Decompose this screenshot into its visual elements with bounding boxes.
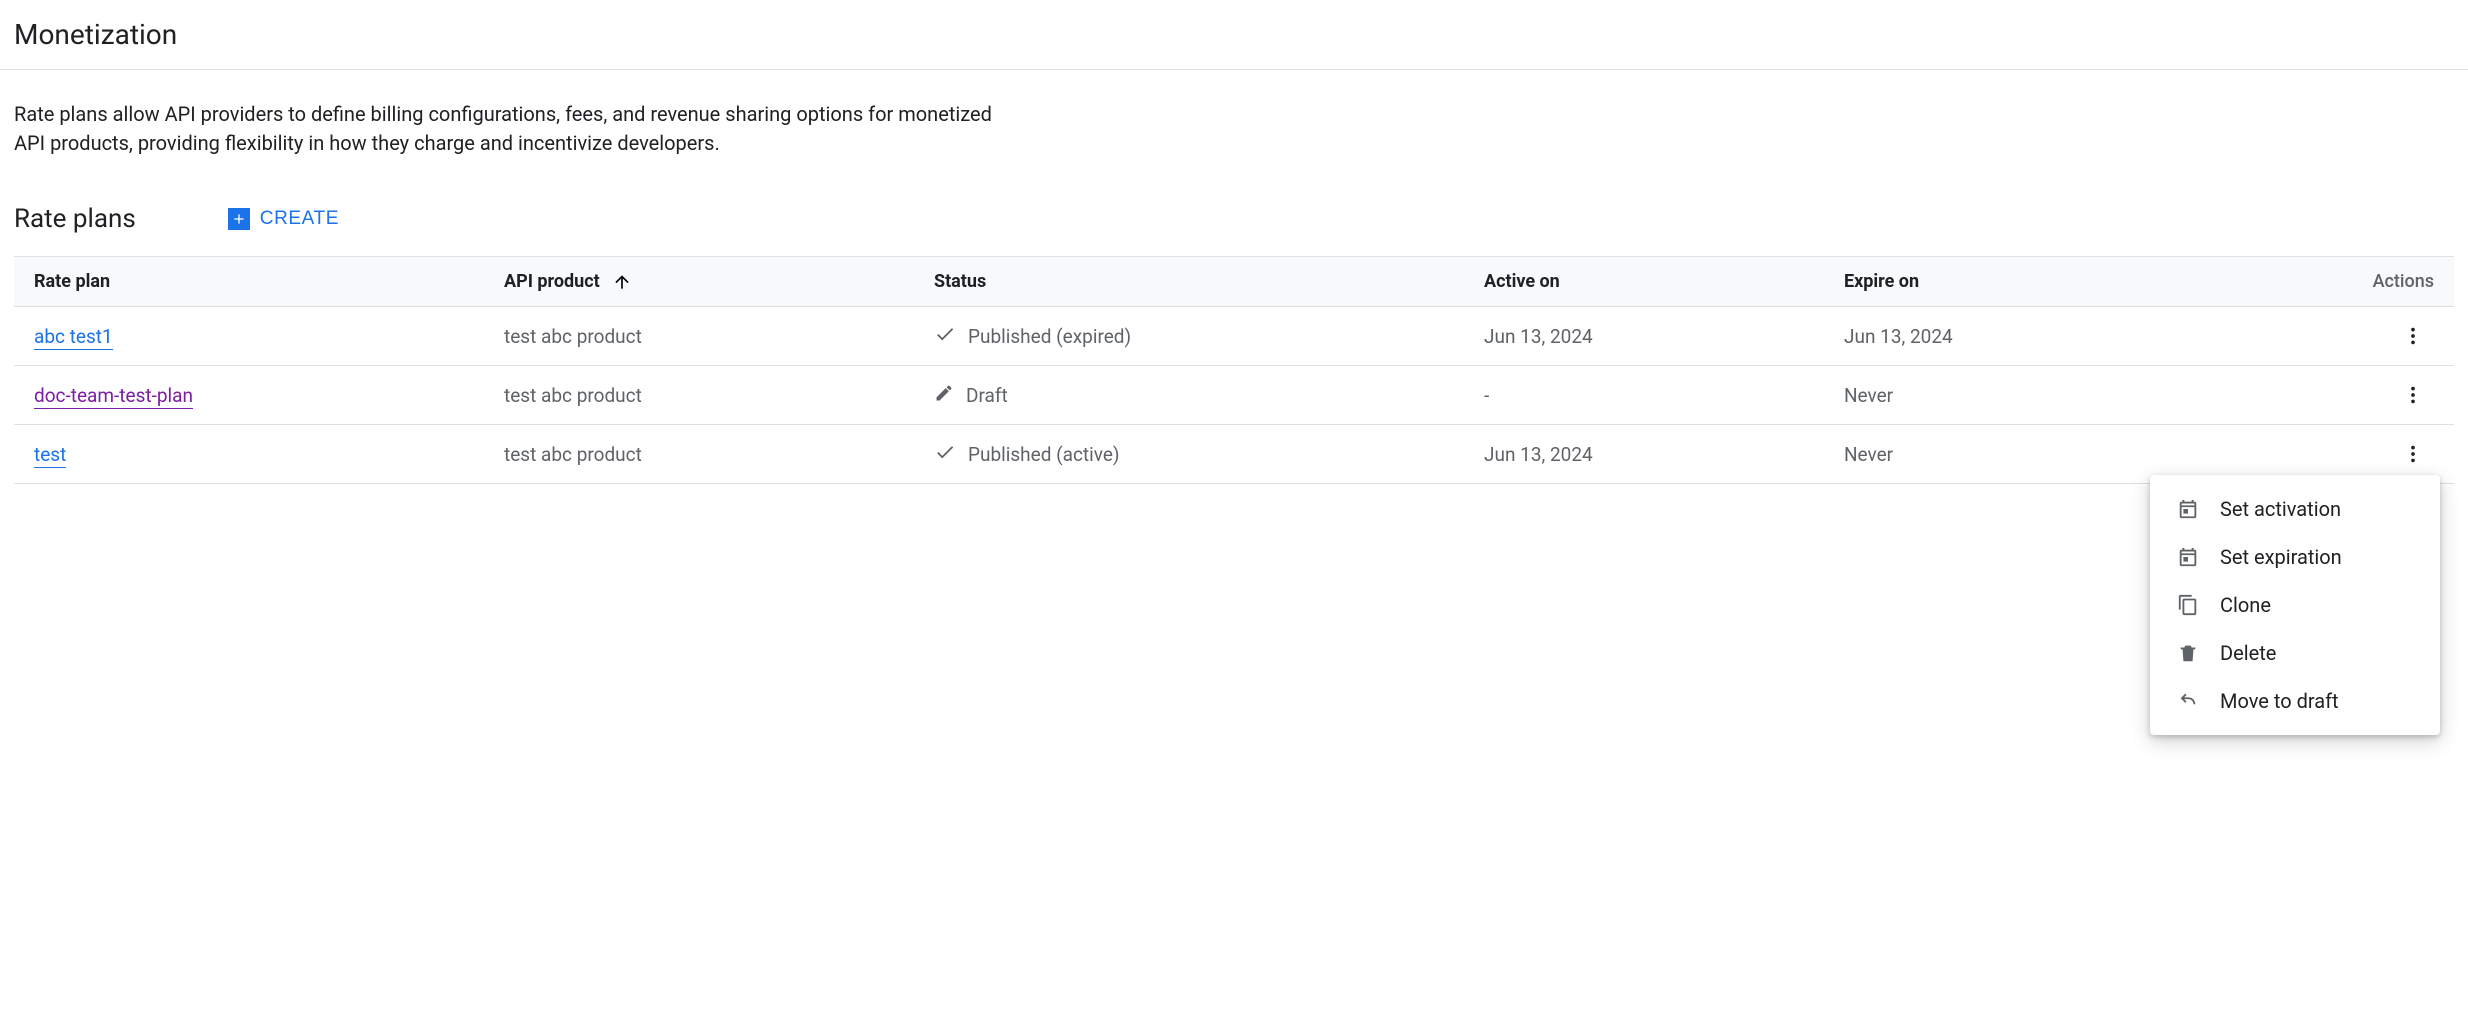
column-header-status[interactable]: Status [914, 257, 1464, 307]
cell-api-product: test abc product [484, 307, 914, 366]
rate-plan-link[interactable]: abc test1 [34, 325, 113, 350]
rate-plan-link[interactable]: doc-team-test-plan [34, 384, 193, 409]
cell-expire-on: Never [1824, 425, 2184, 484]
status-text: Published (active) [968, 443, 1120, 466]
rate-plan-link[interactable]: test [34, 443, 66, 468]
column-header-name[interactable]: Rate plan [14, 257, 484, 307]
header-divider [0, 69, 2468, 70]
calendar-icon [2176, 497, 2200, 521]
cell-expire-on: Jun 13, 2024 [1824, 307, 2184, 366]
section-title: Rate plans [14, 204, 136, 234]
check-icon [934, 441, 956, 468]
cell-api-product: test abc product [484, 425, 914, 484]
status-text: Published (expired) [968, 325, 1131, 348]
cell-active-on: Jun 13, 2024 [1464, 425, 1824, 484]
column-header-active-on[interactable]: Active on [1464, 257, 1824, 307]
table-row: doc-team-test-plan test abc product Draft -… [14, 366, 2454, 425]
menu-item-delete[interactable]: Delete [2150, 629, 2440, 677]
calendar-icon [2176, 545, 2200, 569]
menu-item-label: Set activation [2220, 497, 2341, 521]
cell-active-on: - [1464, 366, 1824, 425]
cell-expire-on: Never [1824, 366, 2184, 425]
menu-item-label: Clone [2220, 593, 2271, 617]
check-icon [934, 323, 956, 350]
column-header-actions: Actions [2184, 257, 2454, 307]
menu-item-label: Move to draft [2220, 689, 2339, 713]
cell-active-on: Jun 13, 2024 [1464, 307, 1824, 366]
row-actions-menu: Set activation Set expiration Clone Delete M… [2150, 475, 2440, 735]
menu-item-move-to-draft[interactable]: Move to draft [2150, 677, 2440, 725]
table-header-row: Rate plan API product Status Active on E… [14, 257, 2454, 307]
row-actions-button[interactable] [2392, 319, 2434, 353]
copy-icon [2176, 593, 2200, 617]
pencil-icon [934, 383, 954, 408]
plus-icon [228, 208, 250, 230]
table-row: abc test1 test abc product Published (expi… [14, 307, 2454, 366]
cell-api-product: test abc product [484, 366, 914, 425]
create-button-label: CREATE [260, 208, 339, 230]
column-header-expire-on[interactable]: Expire on [1824, 257, 2184, 307]
table-row: test test abc product Published (active) Ju… [14, 425, 2454, 484]
row-actions-button[interactable] [2392, 437, 2434, 471]
sort-ascending-icon [612, 272, 632, 292]
page-description: Rate plans allow API providers to define… [14, 100, 1024, 158]
status-text: Draft [966, 384, 1008, 407]
menu-item-label: Set expiration [2220, 545, 2342, 569]
undo-icon [2176, 689, 2200, 713]
page-title: Monetization [14, 18, 2454, 51]
menu-item-clone[interactable]: Clone [2150, 581, 2440, 629]
column-header-product-label: API product [504, 271, 600, 292]
menu-item-set-activation[interactable]: Set activation [2150, 485, 2440, 533]
menu-item-label: Delete [2220, 641, 2276, 665]
menu-item-set-expiration[interactable]: Set expiration [2150, 533, 2440, 581]
column-header-product[interactable]: API product [484, 257, 914, 307]
rate-plans-table: Rate plan API product Status Active on E… [14, 256, 2454, 484]
create-button[interactable]: CREATE [222, 204, 345, 234]
trash-icon [2176, 641, 2200, 665]
row-actions-button[interactable] [2392, 378, 2434, 412]
